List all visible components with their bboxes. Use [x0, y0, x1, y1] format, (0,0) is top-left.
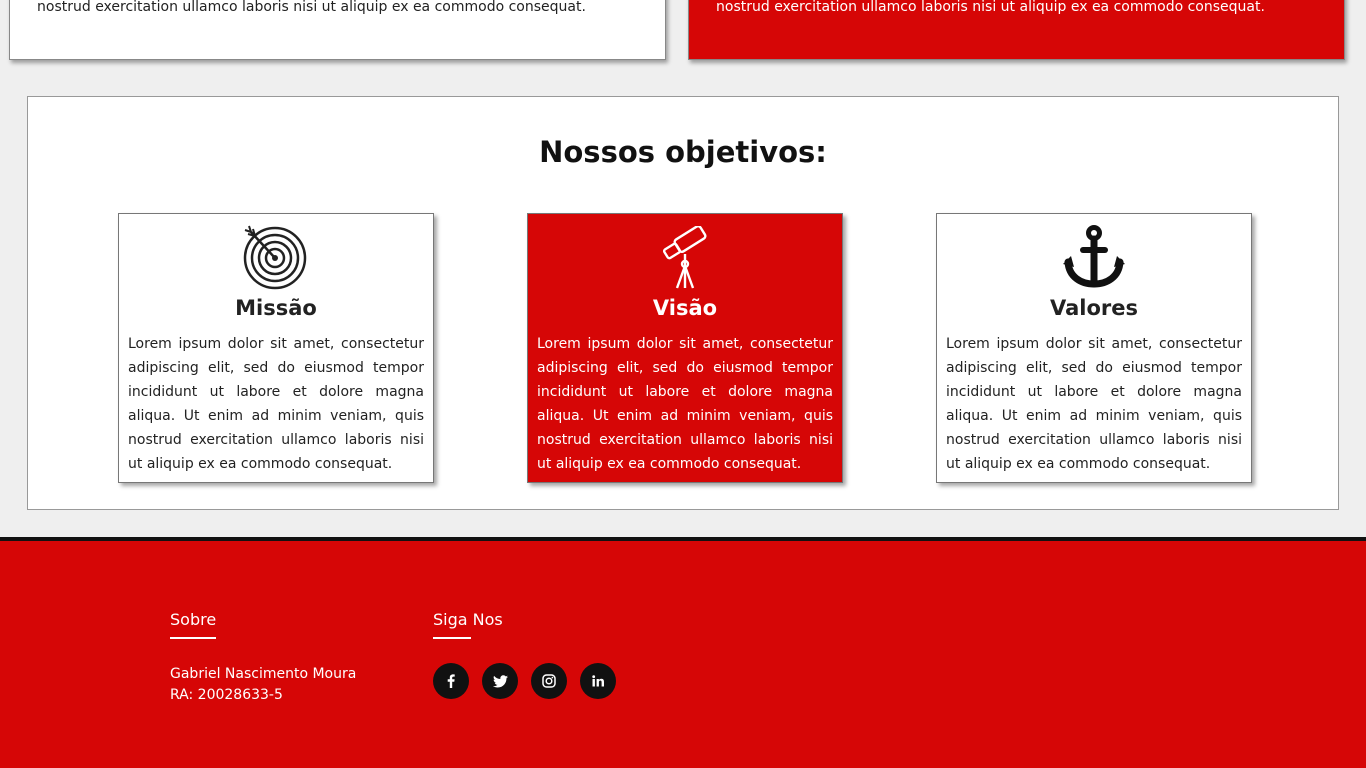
facebook-button[interactable] [433, 663, 469, 699]
mission-text: Lorem ipsum dolor sit amet, consectetur … [128, 336, 424, 472]
top-card-right-text: nostrud exercitation ullamco laboris nis… [716, 0, 1265, 15]
mission-title: Missão [235, 296, 317, 320]
top-card-left: nostrud exercitation ullamco laboris nis… [9, 0, 666, 60]
linkedin-button[interactable] [580, 663, 616, 699]
footer-about-ra: RA: 20028633-5 [170, 687, 283, 703]
linkedin-icon [592, 675, 604, 687]
social-links [433, 663, 616, 699]
footer-social: Siga Nos [433, 609, 616, 699]
vision-card: Visão Lorem ipsum dolor sit amet, consec… [527, 213, 843, 483]
footer: Sobre Gabriel Nascimento Moura RA: 20028… [0, 537, 1366, 768]
target-icon [243, 225, 307, 290]
top-card-left-text: nostrud exercitation ullamco laboris nis… [37, 0, 586, 15]
twitter-icon [492, 674, 508, 687]
footer-social-underline [433, 637, 471, 639]
values-title: Valores [1050, 296, 1138, 320]
vision-text: Lorem ipsum dolor sit amet, consectetur … [537, 336, 833, 472]
vision-title: Visão [652, 296, 718, 320]
top-card-right: nostrud exercitation ullamco laboris nis… [688, 0, 1345, 60]
footer-social-title: Siga Nos [433, 610, 503, 629]
objectives-title: Nossos objetivos: [539, 135, 827, 169]
instagram-button[interactable] [531, 663, 567, 699]
values-card: Valores Lorem ipsum dolor sit amet, cons… [936, 213, 1252, 483]
footer-about-title: Sobre [170, 610, 217, 629]
facebook-icon [447, 674, 455, 688]
twitter-button[interactable] [482, 663, 518, 699]
anchor-icon [1063, 225, 1125, 288]
telescope-icon [662, 226, 707, 289]
footer-about-underline [170, 637, 216, 639]
values-text: Lorem ipsum dolor sit amet, consectetur … [946, 336, 1242, 472]
instagram-icon [542, 674, 556, 688]
footer-about: Sobre Gabriel Nascimento Moura RA: 20028… [170, 609, 356, 706]
objectives-section: Nossos objetivos: Missão Lorem ipsum dol… [27, 96, 1339, 510]
footer-about-name: Gabriel Nascimento Moura [170, 666, 357, 682]
mission-card: Missão Lorem ipsum dolor sit amet, conse… [118, 213, 434, 483]
